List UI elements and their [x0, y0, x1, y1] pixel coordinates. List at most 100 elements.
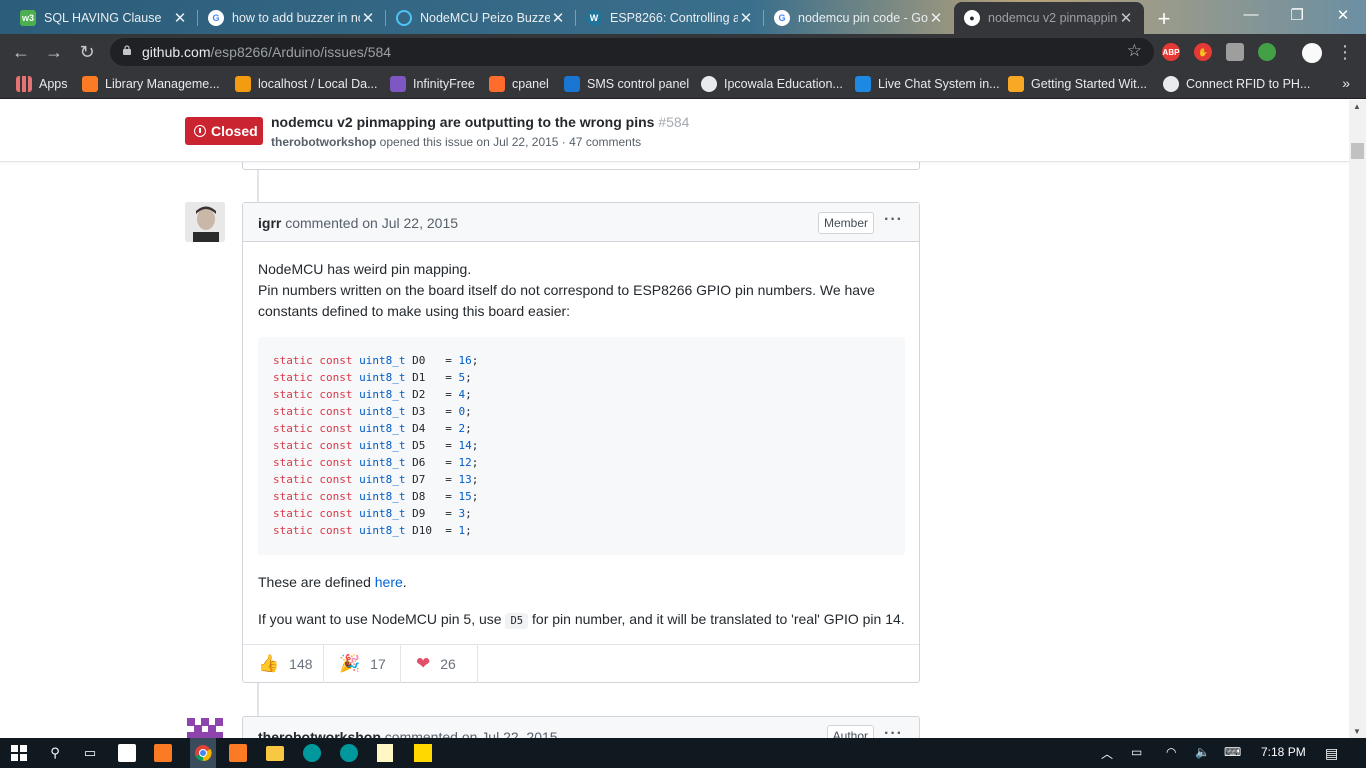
code-type: uint8_t	[359, 422, 406, 435]
restore-icon[interactable]: ❐	[1274, 6, 1320, 24]
new-tab-button[interactable]: +	[1153, 6, 1175, 32]
notepad-icon[interactable]	[377, 744, 393, 762]
code-identifier: D3 =	[412, 405, 459, 418]
getting-started-icon	[1008, 76, 1024, 92]
close-icon[interactable]: ✕	[172, 9, 188, 27]
clock-time[interactable]: 7:18 PM	[1261, 745, 1306, 759]
action-center-icon[interactable]: ▤	[1325, 745, 1338, 762]
comment-date[interactable]: commented on Jul 22, 2015	[285, 215, 458, 231]
close-window-icon[interactable]: ✕	[1320, 6, 1366, 24]
leaf-extension-icon[interactable]	[1258, 43, 1276, 61]
search-icon[interactable]: ⚲	[45, 743, 65, 763]
tab-strip: w3 SQL HAVING Clause ✕ G how to add buzz…	[0, 0, 1366, 34]
code-keyword: static const	[273, 422, 353, 435]
bookmark-ipcowala[interactable]: Ipcowala Education...	[701, 76, 843, 92]
battery-icon[interactable]: ▭	[1131, 745, 1142, 759]
close-icon[interactable]: ✕	[360, 9, 376, 27]
reaction-thumbs-up[interactable]: 👍 148	[243, 645, 324, 683]
menu-kebab-icon[interactable]: ⋮	[1334, 42, 1356, 62]
forward-icon[interactable]: →	[43, 42, 65, 62]
tab-title: SQL HAVING Clause	[44, 11, 162, 25]
bookmark-apps[interactable]: Apps	[16, 76, 68, 92]
bookmarks-overflow-button[interactable]: »	[1342, 75, 1350, 91]
cube-extension-icon[interactable]	[1226, 43, 1244, 61]
reload-icon[interactable]: ↻	[76, 42, 98, 62]
tab-buzzer-search[interactable]: G how to add buzzer in nodem ✕	[198, 2, 386, 34]
tab-github-issue[interactable]: ● nodemcu v2 pinmapping ✕	[954, 2, 1144, 34]
issue-meta-text: opened this issue on Jul 22, 2015 · 47 c…	[379, 135, 642, 149]
sticky-notes-icon[interactable]	[414, 744, 432, 762]
url-text: github.com/esp8266/Arduino/issues/584	[142, 44, 391, 60]
page-scrollbar[interactable]: ▲ ▼	[1349, 100, 1366, 738]
close-icon[interactable]: ✕	[738, 9, 754, 27]
scrollbar-thumb[interactable]	[1351, 143, 1364, 159]
bookmark-live-chat[interactable]: Live Chat System in...	[855, 76, 1000, 92]
code-terminator: ;	[465, 422, 472, 435]
tab-title: how to add buzzer in nodem	[232, 11, 360, 25]
bookmark-library[interactable]: Library Manageme...	[82, 76, 220, 92]
defined-here-link[interactable]: here	[375, 574, 403, 590]
code-line: static const uint8_t D5 = 14;	[273, 437, 905, 454]
tray-chevron-icon[interactable]: ︿	[1101, 745, 1113, 762]
tab-esp8266-buzzer[interactable]: W ESP8266: Controlling a buzzer ✕	[576, 2, 764, 34]
close-icon[interactable]: ✕	[928, 9, 944, 27]
tab-title: ESP8266: Controlling a buzzer	[610, 11, 738, 25]
comment-author[interactable]: therobotworkshop	[258, 729, 381, 738]
bookmark-sms[interactable]: SMS control panel	[564, 76, 689, 92]
close-icon[interactable]: ✕	[1118, 9, 1134, 27]
reaction-heart[interactable]: ❤ 26	[401, 645, 478, 683]
chrome-taskbar-icon[interactable]	[190, 738, 216, 768]
code-number: 13	[458, 473, 472, 486]
comment-options-icon[interactable]: ···	[884, 725, 903, 738]
volume-icon[interactable]: 🔈	[1195, 745, 1210, 759]
keyboard-icon[interactable]: ⌨	[1224, 745, 1241, 759]
code-keyword: static const	[273, 405, 353, 418]
tab-nodemcu-buzzer[interactable]: NodeMCU Peizo Buzzer ✕	[386, 2, 576, 34]
bookmark-label: Getting Started Wit...	[1031, 77, 1148, 91]
bookmark-rfid[interactable]: Connect RFID to PH...	[1163, 76, 1310, 92]
comment-igrr: igrr commented on Jul 22, 2015 Member ··…	[242, 202, 920, 683]
bookmark-infinityfree[interactable]: InfinityFree	[390, 76, 475, 92]
address-bar[interactable]: github.com/esp8266/Arduino/issues/584 ☆	[110, 38, 1154, 66]
code-terminator: ;	[471, 490, 479, 503]
avatar[interactable]	[185, 716, 225, 738]
bookmark-getting-started[interactable]: Getting Started Wit...	[1008, 76, 1147, 92]
back-icon[interactable]: ←	[10, 42, 32, 62]
comment-author[interactable]: igrr	[258, 215, 281, 231]
bookmark-label: cpanel	[512, 77, 549, 91]
profile-avatar[interactable]	[1302, 43, 1322, 63]
store-icon[interactable]	[118, 744, 136, 762]
bookmark-label: Ipcowala Education...	[724, 77, 843, 91]
xampp-taskbar-icon[interactable]	[154, 744, 172, 762]
code-type: uint8_t	[359, 473, 406, 486]
arduino-icon[interactable]	[303, 744, 321, 762]
arduino-icon-2[interactable]	[340, 744, 358, 762]
bookmark-cpanel[interactable]: cpanel	[489, 76, 549, 92]
code-number: 16	[458, 354, 472, 367]
adblock-plus-icon[interactable]: ABP	[1162, 43, 1180, 61]
close-icon[interactable]: ✕	[550, 9, 566, 27]
windows-start-icon[interactable]	[9, 743, 29, 763]
comment-options-icon[interactable]: ···	[884, 211, 903, 229]
status-badge: Closed	[185, 117, 263, 145]
w-icon	[855, 76, 871, 92]
scroll-down-icon[interactable]: ▼	[1353, 727, 1361, 736]
task-view-icon[interactable]: ▭	[80, 743, 100, 763]
file-explorer-icon[interactable]	[266, 746, 284, 761]
reaction-hooray[interactable]: 🎉 17	[324, 645, 401, 683]
reaction-count: 148	[289, 656, 313, 672]
code-keyword: static const	[273, 507, 353, 520]
scroll-up-icon[interactable]: ▲	[1353, 102, 1361, 111]
tab-sql-having[interactable]: w3 SQL HAVING Clause ✕	[10, 2, 198, 34]
hand-extension-icon[interactable]: ✋	[1194, 43, 1212, 61]
bookmark-localhost[interactable]: localhost / Local Da...	[235, 76, 378, 92]
comment-date[interactable]: commented on Jul 22, 2015	[385, 729, 558, 738]
tab-pin-code-search[interactable]: G nodemcu pin code - Google ✕	[764, 2, 954, 34]
minimize-icon[interactable]: —	[1228, 6, 1274, 23]
issue-author-link[interactable]: therobotworkshop	[271, 135, 376, 149]
bookmark-star-icon[interactable]: ☆	[1127, 41, 1142, 61]
xampp-taskbar-icon-2[interactable]	[229, 744, 247, 762]
wifi-icon[interactable]: ◠	[1166, 745, 1176, 759]
avatar[interactable]	[185, 202, 225, 242]
code-line: static const uint8_t D10 = 1;	[273, 522, 905, 539]
